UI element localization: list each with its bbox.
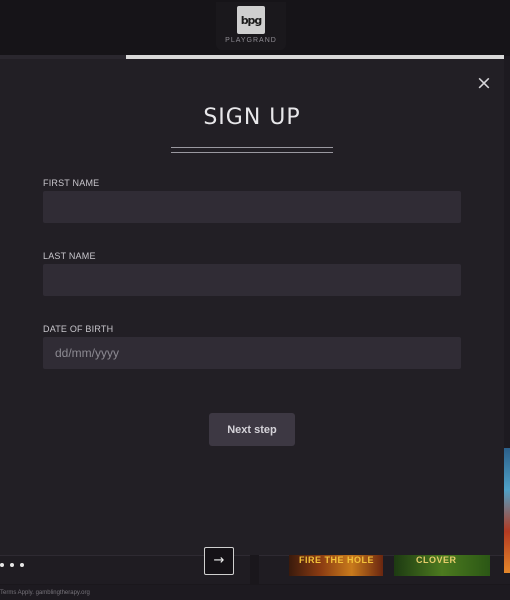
carousel-dot[interactable] [10,563,14,567]
top-bar: bpg PLAYGRAND [0,0,510,56]
game-thumbnail[interactable]: FIRE THE HOLE [289,555,383,576]
terms-text: Terms Apply. gamblingtherapy.org [0,590,90,596]
logo-mark-icon: bpg [237,6,265,34]
next-step-button[interactable]: Next step [209,413,295,446]
close-icon[interactable]: × [476,74,492,93]
modal-title: SIGN UP [203,105,301,130]
game-title: FIRE THE HOLE [299,555,375,565]
game-thumbnail[interactable]: CLOVER [394,555,490,576]
last-name-label: LAST NAME [43,251,96,261]
carousel-dots[interactable] [0,563,24,567]
first-name-label: FIRST NAME [43,178,100,188]
game-title: CLOVER [416,555,457,565]
playgrand-logo[interactable]: bpg PLAYGRAND [216,2,286,50]
date-of-birth-input[interactable] [43,337,461,369]
signup-modal: × SIGN UP FIRST NAME LAST NAME DATE OF B… [0,59,504,555]
carousel-dot[interactable] [20,563,24,567]
carousel-dot[interactable] [0,563,4,567]
arrow-right-icon[interactable]: → [204,547,234,575]
first-name-input[interactable] [43,191,461,223]
last-name-input[interactable] [43,264,461,296]
title-divider [171,147,333,153]
game-thumbnail-partial[interactable] [504,448,510,573]
date-of-birth-label: DATE OF BIRTH [43,324,114,334]
logo-text: PLAYGRAND [225,37,277,44]
